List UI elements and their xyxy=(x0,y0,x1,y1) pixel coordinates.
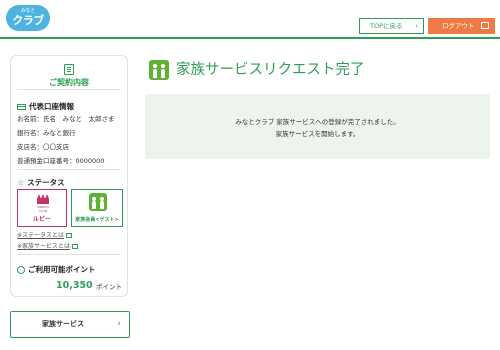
family-member-label: 家族会員<ゲスト> xyxy=(75,217,119,223)
status-help-link[interactable]: ※ステータスとは xyxy=(17,230,73,239)
family-member-badge: 家族会員<ゲスト> xyxy=(71,189,123,227)
family-service-button[interactable]: 家族サービス › xyxy=(10,311,130,338)
top-button-label: TOPに戻る xyxy=(370,22,403,30)
chevron-right-icon: › xyxy=(415,22,418,30)
account-number: 普通預金口座番号：0000000 xyxy=(17,157,105,165)
external-link-icon xyxy=(481,22,489,29)
family-service-button-label: 家族サービス xyxy=(42,320,84,328)
family-icon xyxy=(89,193,107,211)
contract-sidebar: ご契約内容 代表口座情報 お名前：氏名 みなと 太郎さま 銀行名：みなと銀行 支… xyxy=(10,55,128,297)
page-title: 家族サービスリクエスト完了 xyxy=(176,62,365,78)
header-divider xyxy=(0,37,500,39)
status-section-heading: ☆ ステータス xyxy=(17,178,65,187)
divider xyxy=(17,89,121,90)
contract-title: ご契約内容 xyxy=(49,78,89,87)
external-link-icon xyxy=(66,233,73,238)
divider xyxy=(17,169,121,170)
logout-button-label: ログアウト xyxy=(442,22,475,30)
external-link-icon xyxy=(72,244,79,249)
crown-icon: MINATO CLUB xyxy=(37,194,49,213)
completion-message-line2: 家族サービスを開始します。 xyxy=(275,130,360,138)
coin-icon xyxy=(17,266,25,274)
family-service-icon xyxy=(149,60,169,80)
account-holder-name: お名前：氏名 みなと 太郎さま xyxy=(17,115,115,123)
ruby-status-label: ルビー xyxy=(32,216,51,223)
logo-big-text: クラブ xyxy=(12,14,44,27)
points-value: 10,350 xyxy=(56,280,93,291)
minato-club-logo[interactable]: みなと クラブ xyxy=(6,5,50,31)
document-icon xyxy=(64,64,74,75)
completion-message-line1: みなとクラブ 家族サービスへの登録が完了されました。 xyxy=(235,118,400,126)
account-section-heading: 代表口座情報 xyxy=(17,101,74,112)
bank-card-icon xyxy=(17,104,26,110)
family-service-help-link[interactable]: ※家族サービスとは xyxy=(17,241,79,250)
completion-message-box: みなとクラブ 家族サービスへの登録が完了されました。 家族サービスを開始します。 xyxy=(145,94,490,159)
top-button[interactable]: TOPに戻る › xyxy=(359,18,424,34)
chevron-right-icon: › xyxy=(117,319,121,329)
points-section-heading: ご利用可能ポイント xyxy=(17,264,96,275)
bank-name: 銀行名：みなと銀行 xyxy=(17,129,76,137)
branch-name: 支店名：〇〇支店 xyxy=(17,143,69,151)
points-unit: ポイント xyxy=(96,283,122,291)
divider xyxy=(17,254,121,255)
header: みなと クラブ TOPに戻る › ログアウト xyxy=(0,0,500,40)
logout-button[interactable]: ログアウト xyxy=(428,18,495,34)
ruby-status-badge: MINATO CLUB ルビー xyxy=(17,189,67,227)
crown-text: MINATO CLUB xyxy=(37,205,49,213)
star-icon: ☆ xyxy=(17,178,25,187)
